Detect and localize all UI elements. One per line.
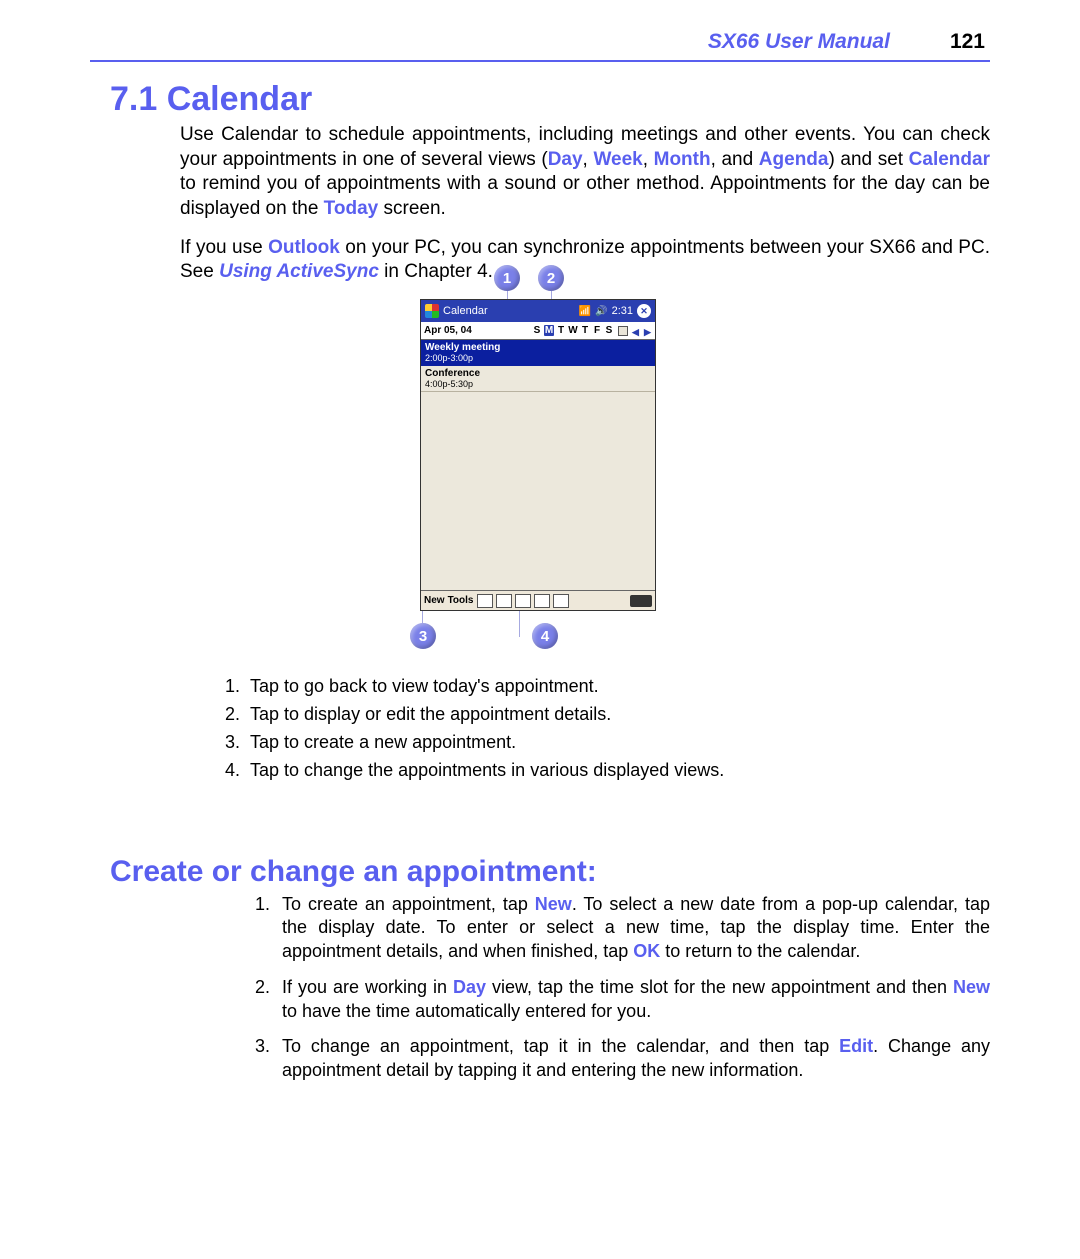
callout-bubble-1: 1 [494,265,520,291]
callout-num: 4. [218,757,240,785]
dow-s[interactable]: S [532,325,542,336]
text: to return to the calendar. [660,941,860,961]
kw-today: Today [324,198,379,219]
speaker-icon: 🔊 [595,306,607,317]
appointment-selected[interactable]: Weekly meeting 2:00p-3:00p [421,340,655,366]
appt1-time: 2:00p-3:00p [425,353,651,363]
page-number: 121 [950,30,985,54]
header-rule [90,60,990,62]
step-text: To create an appointment, tap New. To se… [282,893,990,964]
view-year-icon[interactable] [553,594,569,608]
kw-edit: Edit [839,1036,873,1056]
kw-outlook: Outlook [268,237,340,258]
device-screen: Calendar 📶 🔊 2:31 ✕ Apr 05, 04 S M T W T… [420,299,656,611]
text: , [643,149,654,170]
sub-list: 1. To create an appointment, tap New. To… [248,893,990,1083]
bubbles-bottom: 3 4 [410,623,558,649]
text: To create an appointment, tap [282,894,535,914]
kw-activesync: Using ActiveSync [219,261,379,282]
start-icon[interactable] [425,304,439,318]
step-num: 1. [248,893,270,964]
text: , [583,149,594,170]
appt1-name: Weekly meeting [425,342,651,353]
dow-f[interactable]: F [592,325,602,336]
callout-bubble-2: 2 [538,265,564,291]
appointment[interactable]: Conference 4:00p-5:30p [421,366,655,392]
app-title: Calendar [443,305,488,317]
callout-bubble-3: 3 [410,623,436,649]
bubbles-top: 1 2 [494,265,564,291]
text: If you are working in [282,977,453,997]
sub-heading: Create or change an appointment: [110,855,990,889]
kw-calendar: Calendar [909,149,990,170]
text: to remind you of appointments with a sou… [180,173,990,219]
dow-s2[interactable]: S [604,325,614,336]
device-toolbar: New Tools [421,590,655,610]
callout-list: 1. Tap to go back to view today's appoint… [218,673,990,785]
step-text: If you are working in Day view, tap the … [282,976,990,1024]
text: ) and set [828,149,908,170]
section-name: Calendar [167,80,313,118]
text: If you use [180,237,268,258]
callout-text: Tap to go back to view today's appointme… [250,673,599,701]
date-label[interactable]: Apr 05, 04 [424,325,472,336]
signal-icon: 📶 [579,306,591,317]
section-title: 7.1 Calendar [110,80,990,119]
manual-title: SX66 User Manual [708,30,890,54]
section-number: 7.1 [110,80,157,118]
clock: 2:31 [612,305,633,317]
callout-text: Tap to create a new appointment. [250,729,516,757]
dow-m[interactable]: M [544,325,554,336]
kw-new: New [535,894,572,914]
kw-agenda: Agenda [759,149,829,170]
intro-para-2: If you use Outlook on your PC, you can s… [180,236,990,285]
manual-page: SX66 User Manual 121 7.1 Calendar Use Ca… [0,0,1080,1259]
ok-button[interactable]: ✕ [637,304,651,318]
kw-day: Day [453,977,486,997]
goto-today-icon[interactable] [618,326,628,336]
kw-ok: OK [633,941,660,961]
view-month-icon[interactable] [534,594,550,608]
step-num: 3. [248,1035,270,1083]
keyboard-icon[interactable] [630,595,652,607]
text: to have the time automatically entered f… [282,1001,651,1021]
text: in Chapter 4. [379,261,493,282]
dow-t[interactable]: T [556,325,566,336]
next-arrow-icon[interactable]: ▶ [644,327,652,335]
intro-para-1: Use Calendar to schedule appointments, i… [180,123,990,222]
dow-t2[interactable]: T [580,325,590,336]
callout-num: 1. [218,673,240,701]
callout-text: Tap to change the appointments in variou… [250,757,724,785]
new-button[interactable]: New [424,595,445,606]
callout-num: 3. [218,729,240,757]
date-bar[interactable]: Apr 05, 04 S M T W T F S ◀ ▶ [421,322,655,340]
device-titlebar: Calendar 📶 🔊 2:31 ✕ [421,300,655,322]
prev-arrow-icon[interactable]: ◀ [632,327,640,335]
appt2-name: Conference [425,368,651,379]
kw-day: Day [548,149,583,170]
screenshot-wrap: 1 2 Calendar 📶 🔊 2:31 ✕ Apr 05, 04 [410,299,670,611]
kw-new: New [953,977,990,997]
view-day-icon[interactable] [496,594,512,608]
step-text: To change an appointment, tap it in the … [282,1035,990,1083]
text: view, tap the time slot for the new appo… [486,977,953,997]
page-header: SX66 User Manual 121 [90,30,990,54]
kw-week: Week [593,149,642,170]
step-num: 2. [248,976,270,1024]
tools-button[interactable]: Tools [448,595,474,606]
appt2-time: 4:00p-5:30p [425,379,651,389]
dow-picker[interactable]: S M T W T F S [532,325,614,336]
dow-w[interactable]: W [568,325,578,336]
text: , and [711,149,759,170]
text: screen. [378,198,446,219]
callout-bubble-4: 4 [532,623,558,649]
text: To change an appointment, tap it in the … [282,1036,839,1056]
callout-num: 2. [218,701,240,729]
view-agenda-icon[interactable] [477,594,493,608]
view-week-icon[interactable] [515,594,531,608]
callout-text: Tap to display or edit the appointment d… [250,701,611,729]
kw-month: Month [654,149,711,170]
